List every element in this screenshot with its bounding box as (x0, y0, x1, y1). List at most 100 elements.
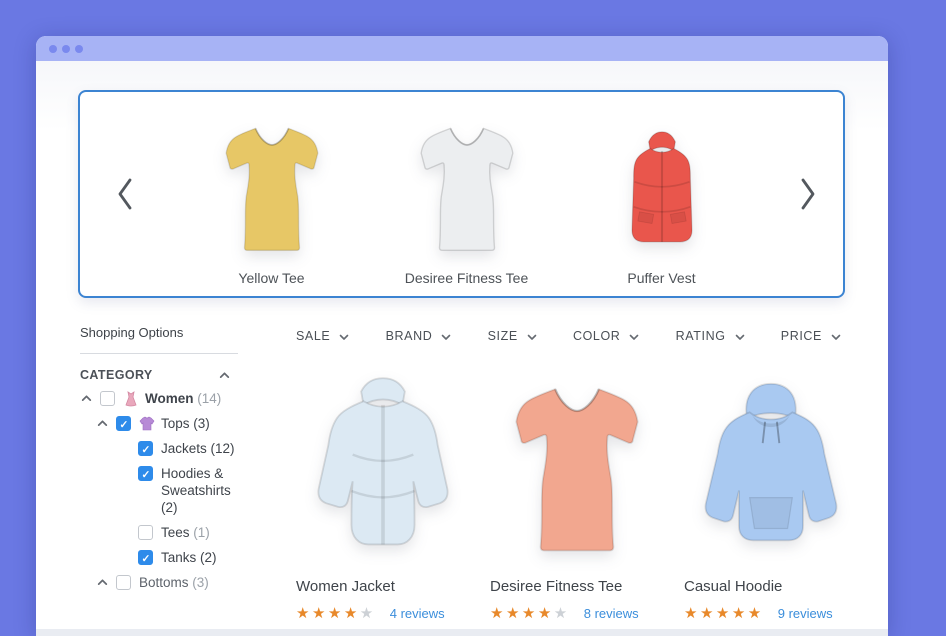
carousel-item-label: Puffer Vest (627, 270, 695, 286)
dress-icon (123, 391, 139, 407)
puffer-jacket-graphic (298, 377, 468, 559)
checkbox-tees[interactable] (138, 525, 153, 540)
white-tee-image (412, 109, 522, 257)
checkbox-women[interactable] (100, 391, 115, 406)
reviews-link[interactable]: 4 reviews (390, 606, 445, 621)
category-count: (2) (200, 550, 217, 565)
puffer-vest-image (612, 109, 712, 257)
shopping-options-sidebar: Shopping Options CATEGORY Women (14) (80, 325, 238, 591)
carousel-track: Yellow Tee Desiree Fitness Tee (170, 92, 763, 296)
chevron-up-icon[interactable] (80, 392, 93, 405)
category-label[interactable]: Women (145, 391, 194, 406)
top-icon (139, 416, 155, 432)
carousel-item-yellow-tee[interactable]: Yellow Tee (174, 109, 369, 286)
chevron-left-icon (115, 177, 135, 211)
chevron-right-icon (798, 177, 818, 211)
page-content: Yellow Tee Desiree Fitness Tee (36, 61, 888, 636)
carousel-item-puffer-vest[interactable]: Puffer Vest (564, 109, 759, 286)
product-card-women-jacket: Women Jacket ★★★★★ 4 reviews (296, 369, 470, 622)
tee-shirt-graphic (217, 119, 327, 257)
product-rating-row: ★★★★★ 4 reviews (296, 604, 470, 622)
filter-label: BRAND (386, 329, 433, 343)
category-row-bottoms[interactable]: Bottoms (3) (80, 574, 238, 591)
checkbox-tops[interactable] (116, 416, 131, 431)
category-label[interactable]: Tanks (161, 550, 196, 565)
chevron-down-icon (734, 331, 746, 343)
filter-bar: SALE BRAND SIZE COLOR RATING PRICE (296, 329, 842, 343)
chevron-down-icon (830, 331, 842, 343)
filter-price[interactable]: PRICE (781, 329, 842, 343)
filter-rating[interactable]: RATING (676, 329, 746, 343)
window-dot-2[interactable] (62, 45, 70, 53)
checkbox-bottoms[interactable] (116, 575, 131, 590)
category-count: (14) (197, 391, 221, 406)
reviews-link[interactable]: 9 reviews (778, 606, 833, 621)
category-row-tops[interactable]: Tops (3) (80, 415, 238, 432)
chevron-up-icon[interactable] (96, 576, 109, 589)
category-row-jackets[interactable]: Jackets (12) (80, 440, 238, 457)
reviews-link[interactable]: 8 reviews (584, 606, 639, 621)
filter-label: PRICE (781, 329, 822, 343)
carousel-item-desiree-fitness-tee[interactable]: Desiree Fitness Tee (369, 109, 564, 286)
filter-label: SALE (296, 329, 330, 343)
checkbox-jackets[interactable] (138, 441, 153, 456)
chevron-up-icon[interactable] (96, 417, 109, 430)
chevron-down-icon (628, 331, 640, 343)
window-dot-3[interactable] (75, 45, 83, 53)
category-section-header[interactable]: CATEGORY (80, 367, 238, 382)
product-card-casual-hoodie: Casual Hoodie ★★★★★ 9 reviews (684, 369, 858, 622)
star-rating: ★★★★★ (490, 604, 570, 622)
casual-hoodie-image[interactable] (684, 369, 858, 567)
carousel-prev-button[interactable] (80, 92, 170, 296)
filter-sale[interactable]: SALE (296, 329, 350, 343)
filter-color[interactable]: COLOR (573, 329, 640, 343)
category-row-hoodies-sweatshirts[interactable]: Hoodies & Sweatshirts (2) (80, 465, 238, 516)
category-label[interactable]: Bottoms (139, 575, 189, 590)
category-label[interactable]: Jackets (161, 441, 207, 456)
filter-brand[interactable]: BRAND (386, 329, 453, 343)
product-rating-row: ★★★★★ 9 reviews (684, 604, 858, 622)
category-row-tees[interactable]: Tees (1) (80, 524, 238, 541)
tee-shirt-graphic (412, 119, 522, 257)
product-title[interactable]: Desiree Fitness Tee (490, 578, 664, 595)
filter-label: COLOR (573, 329, 620, 343)
chevron-up-icon[interactable] (218, 369, 231, 382)
product-title[interactable]: Casual Hoodie (684, 578, 858, 595)
category-count: (3) (193, 416, 210, 431)
star-rating: ★★★★★ (684, 604, 764, 622)
product-card-desiree-fitness-tee: Desiree Fitness Tee ★★★★★ 8 reviews (490, 369, 664, 622)
category-row-tanks[interactable]: Tanks (2) (80, 549, 238, 566)
filter-size[interactable]: SIZE (488, 329, 538, 343)
carousel-next-button[interactable] (763, 92, 853, 296)
window-titlebar (36, 36, 888, 61)
category-count: (1) (193, 525, 210, 540)
tee-shirt-graphic (504, 377, 650, 559)
category-section-label: CATEGORY (80, 368, 153, 382)
checkbox-tanks[interactable] (138, 550, 153, 565)
women-jacket-image[interactable] (296, 369, 470, 567)
category-count: (12) (211, 441, 235, 456)
star-rating: ★★★★★ (296, 604, 376, 622)
filter-label: SIZE (488, 329, 518, 343)
chevron-down-icon (338, 331, 350, 343)
product-title[interactable]: Women Jacket (296, 578, 470, 595)
category-count: (3) (192, 575, 209, 590)
chevron-down-icon (526, 331, 538, 343)
sidebar-title: Shopping Options (80, 325, 238, 354)
category-count: (2) (161, 500, 178, 515)
category-row-women[interactable]: Women (14) (80, 390, 238, 407)
category-label[interactable]: Tees (161, 525, 190, 540)
carousel-item-label: Desiree Fitness Tee (405, 270, 528, 286)
desiree-fitness-tee-image[interactable] (490, 369, 664, 567)
featured-carousel: Yellow Tee Desiree Fitness Tee (78, 90, 845, 298)
yellow-tee-image (217, 109, 327, 257)
category-label[interactable]: Tops (161, 416, 190, 431)
chevron-down-icon (440, 331, 452, 343)
window-dot-1[interactable] (49, 45, 57, 53)
product-grid: Women Jacket ★★★★★ 4 reviews Desiree Fit… (296, 369, 858, 622)
category-label[interactable]: Hoodies & Sweatshirts (161, 466, 231, 498)
carousel-item-label: Yellow Tee (238, 270, 304, 286)
checkbox-hoodies-sweatshirts[interactable] (138, 466, 153, 481)
filter-label: RATING (676, 329, 726, 343)
puffer-vest-graphic (612, 125, 712, 257)
